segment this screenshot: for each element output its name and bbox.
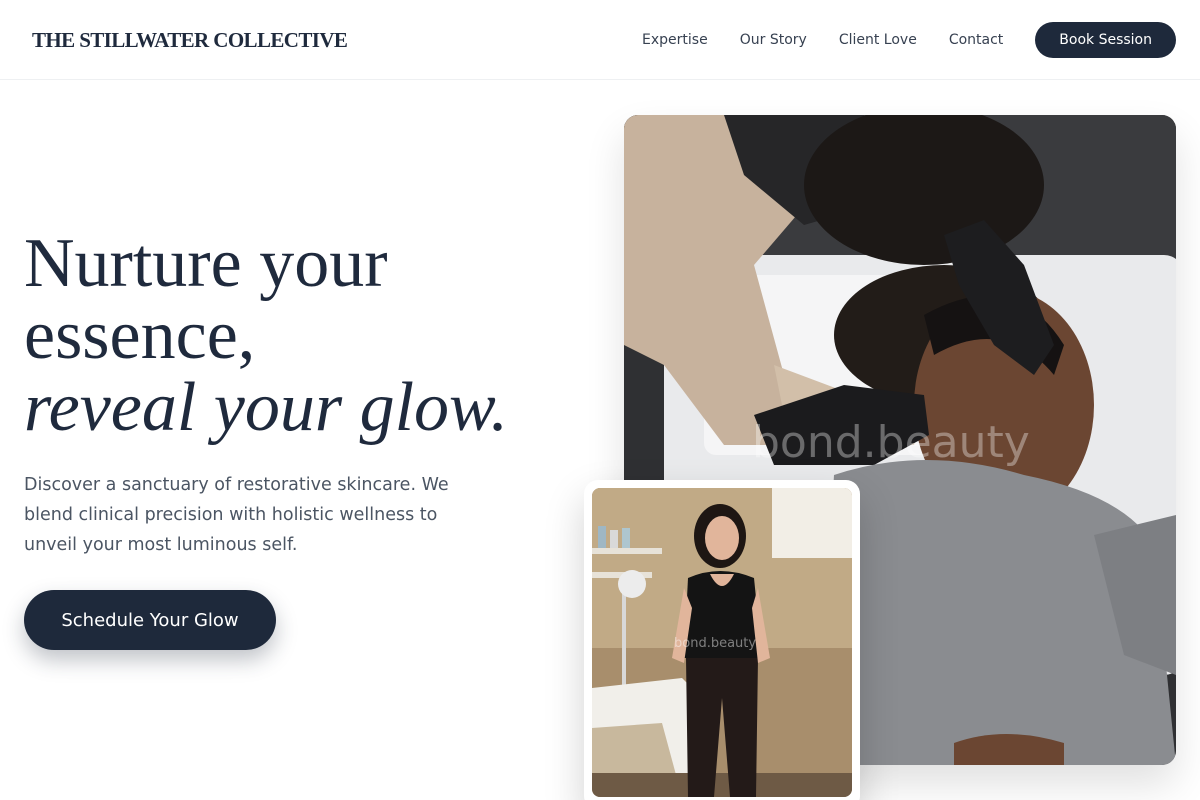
hero-title-line-1: Nurture your	[24, 225, 388, 302]
hero-title: Nurture your essence, reveal your glow.	[24, 228, 584, 444]
nav-links: Expertise Our Story Client Love Contact …	[642, 22, 1176, 58]
nav-link-contact[interactable]: Contact	[949, 32, 1003, 48]
esthetician-photo-card: bond.beauty	[584, 480, 860, 800]
hero-title-line-2: essence,	[24, 297, 256, 374]
main-photo-watermark: bond.beauty	[752, 417, 1030, 468]
nav-link-client-love[interactable]: Client Love	[839, 32, 917, 48]
nav-link-our-story[interactable]: Our Story	[740, 32, 807, 48]
inset-photo-watermark: bond.beauty	[674, 636, 757, 651]
nav-link-expertise[interactable]: Expertise	[642, 32, 708, 48]
hero-description: Discover a sanctuary of restorative skin…	[24, 475, 449, 555]
brand-logo[interactable]: THE STILLWATER COLLECTIVE	[32, 28, 348, 53]
top-navbar: THE STILLWATER COLLECTIVE Expertise Our …	[0, 0, 1200, 80]
hero-title-line-3: reveal your glow.	[24, 369, 509, 446]
esthetician-photo: bond.beauty	[592, 488, 852, 797]
book-session-button[interactable]: Book Session	[1035, 22, 1176, 58]
schedule-glow-button[interactable]: Schedule Your Glow	[24, 590, 276, 650]
